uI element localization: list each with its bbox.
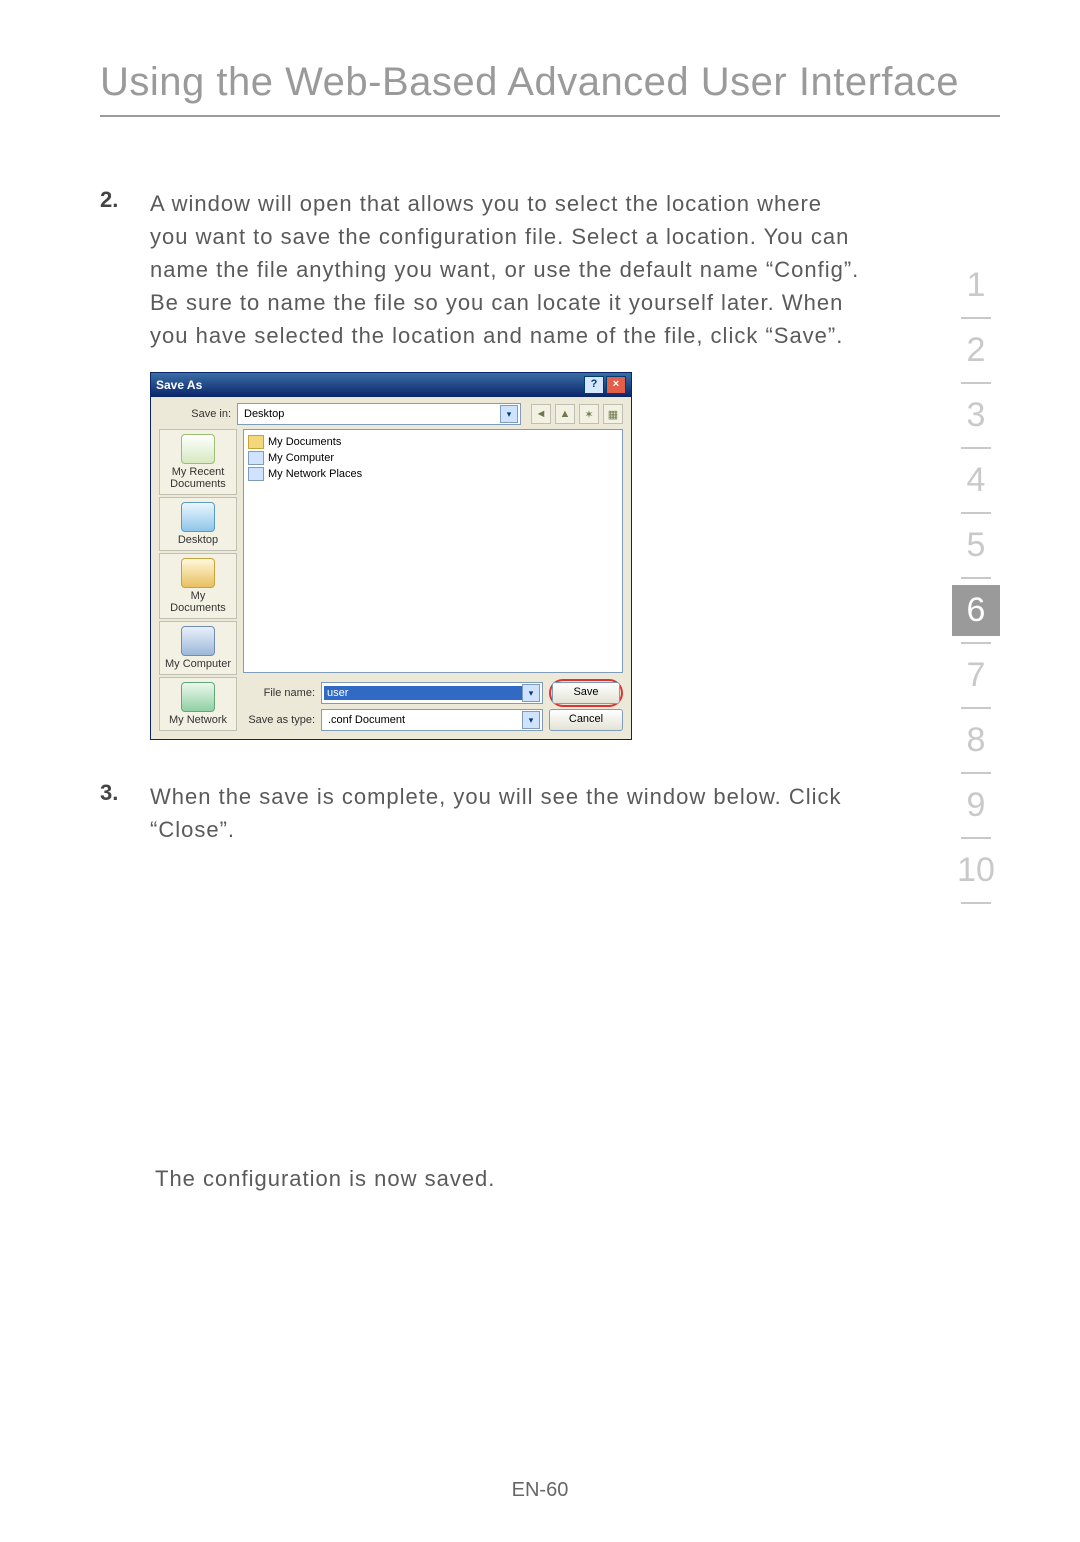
step-3-number: 3. <box>100 780 150 846</box>
place-recent[interactable]: My Recent Documents <box>159 429 237 495</box>
close-button[interactable]: × <box>606 376 626 394</box>
place-network[interactable]: My Network <box>159 677 237 731</box>
file-name-input[interactable]: user ▾ <box>321 682 543 704</box>
titlebar-buttons: ? × <box>584 376 626 394</box>
chevron-down-icon[interactable]: ▾ <box>522 684 540 702</box>
list-item[interactable]: My Network Places <box>248 466 618 482</box>
step-3: 3. When the save is complete, you will s… <box>100 780 860 846</box>
documents-icon <box>181 558 215 588</box>
save-type-row: Save as type: .conf Document ▾ Cancel <box>243 709 623 731</box>
nav-divider <box>961 447 991 449</box>
step-2-text: A window will open that allows you to se… <box>150 187 860 352</box>
save-in-combo[interactable]: Desktop ▾ <box>237 403 521 425</box>
nav-3[interactable]: 3 <box>952 390 1000 441</box>
dialog-action-buttons: Cancel <box>549 709 623 731</box>
network-places-icon <box>248 467 264 481</box>
dialog-titlebar: Save As ? × <box>151 373 631 397</box>
page-footer: EN-60 <box>0 1479 1080 1502</box>
nav-divider <box>961 837 991 839</box>
network-icon <box>181 682 215 712</box>
dialog-main: My Recent Documents Desktop My Documents <box>159 429 623 731</box>
save-as-type-combo[interactable]: .conf Document ▾ <box>321 709 543 731</box>
save-in-label: Save in: <box>159 408 231 420</box>
step-3-text: When the save is complete, you will see … <box>150 780 860 846</box>
page-title: Using the Web-Based Advanced User Interf… <box>100 60 1000 105</box>
desktop-icon <box>181 502 215 532</box>
save-in-row: Save in: Desktop ▾ ◄ ▲ ✶ ▦ <box>159 403 623 425</box>
recent-documents-icon <box>181 434 215 464</box>
nav-5[interactable]: 5 <box>952 520 1000 571</box>
place-network-label: My Network <box>162 714 234 726</box>
nav-9[interactable]: 9 <box>952 780 1000 831</box>
list-item-label: My Computer <box>268 452 334 464</box>
list-item-label: My Network Places <box>268 468 362 480</box>
nav-divider <box>961 707 991 709</box>
nav-divider <box>961 512 991 514</box>
file-panel: My Documents My Computer My Network Plac… <box>243 429 623 731</box>
list-item-label: My Documents <box>268 436 341 448</box>
save-as-dialog: Save As ? × Save in: Desktop ▾ ◄ ▲ ✶ <box>150 372 632 740</box>
title-rule <box>100 115 1000 117</box>
document-page: Using the Web-Based Advanced User Interf… <box>0 0 1080 1542</box>
views-icon[interactable]: ▦ <box>603 404 623 424</box>
nav-divider <box>961 772 991 774</box>
list-item[interactable]: My Documents <box>248 434 618 450</box>
nav-2[interactable]: 2 <box>952 325 1000 376</box>
save-button[interactable]: Save <box>552 682 620 704</box>
nav-divider <box>961 902 991 904</box>
nav-8[interactable]: 8 <box>952 715 1000 766</box>
nav-6[interactable]: 6 <box>952 585 1000 636</box>
place-recent-label: My Recent Documents <box>162 466 234 490</box>
dialog-action-buttons: Save <box>549 679 623 707</box>
save-highlight: Save <box>549 679 623 707</box>
place-desktop[interactable]: Desktop <box>159 497 237 551</box>
place-documents-label: My Documents <box>162 590 234 614</box>
place-computer[interactable]: My Computer <box>159 621 237 675</box>
dialog-body: Save in: Desktop ▾ ◄ ▲ ✶ ▦ <box>151 397 631 739</box>
nav-divider <box>961 317 991 319</box>
computer-icon <box>248 451 264 465</box>
help-button[interactable]: ? <box>584 376 604 394</box>
back-icon[interactable]: ◄ <box>531 404 551 424</box>
save-in-value: Desktop <box>240 408 500 420</box>
nav-divider <box>961 382 991 384</box>
computer-icon <box>181 626 215 656</box>
list-item[interactable]: My Computer <box>248 450 618 466</box>
step-2: 2. A window will open that allows you to… <box>100 187 860 352</box>
place-desktop-label: Desktop <box>162 534 234 546</box>
dialog-title-text: Save As <box>156 378 202 392</box>
content-body: 2. A window will open that allows you to… <box>100 187 860 1192</box>
save-as-type-label: Save as type: <box>243 714 315 726</box>
file-name-label: File name: <box>243 687 315 699</box>
nav-1[interactable]: 1 <box>952 260 1000 311</box>
filename-row: File name: user ▾ Save <box>243 679 623 707</box>
final-note: The configuration is now saved. <box>155 1166 860 1192</box>
nav-divider <box>961 577 991 579</box>
nav-10[interactable]: 10 <box>952 845 1000 896</box>
nav-4[interactable]: 4 <box>952 455 1000 506</box>
save-as-type-value: .conf Document <box>324 714 522 726</box>
nav-7[interactable]: 7 <box>952 650 1000 701</box>
places-bar: My Recent Documents Desktop My Documents <box>159 429 237 731</box>
nav-divider <box>961 642 991 644</box>
new-folder-icon[interactable]: ✶ <box>579 404 599 424</box>
chevron-down-icon[interactable]: ▾ <box>500 405 518 423</box>
cancel-button[interactable]: Cancel <box>549 709 623 731</box>
place-documents[interactable]: My Documents <box>159 553 237 619</box>
step-2-number: 2. <box>100 187 150 352</box>
section-nav: 1 2 3 4 5 6 7 8 9 10 <box>952 260 1000 910</box>
chevron-down-icon[interactable]: ▾ <box>522 711 540 729</box>
file-name-value: user <box>324 686 522 700</box>
folder-icon <box>248 435 264 449</box>
file-list[interactable]: My Documents My Computer My Network Plac… <box>243 429 623 673</box>
up-icon[interactable]: ▲ <box>555 404 575 424</box>
place-computer-label: My Computer <box>162 658 234 670</box>
dialog-toolbar: ◄ ▲ ✶ ▦ <box>531 404 623 424</box>
